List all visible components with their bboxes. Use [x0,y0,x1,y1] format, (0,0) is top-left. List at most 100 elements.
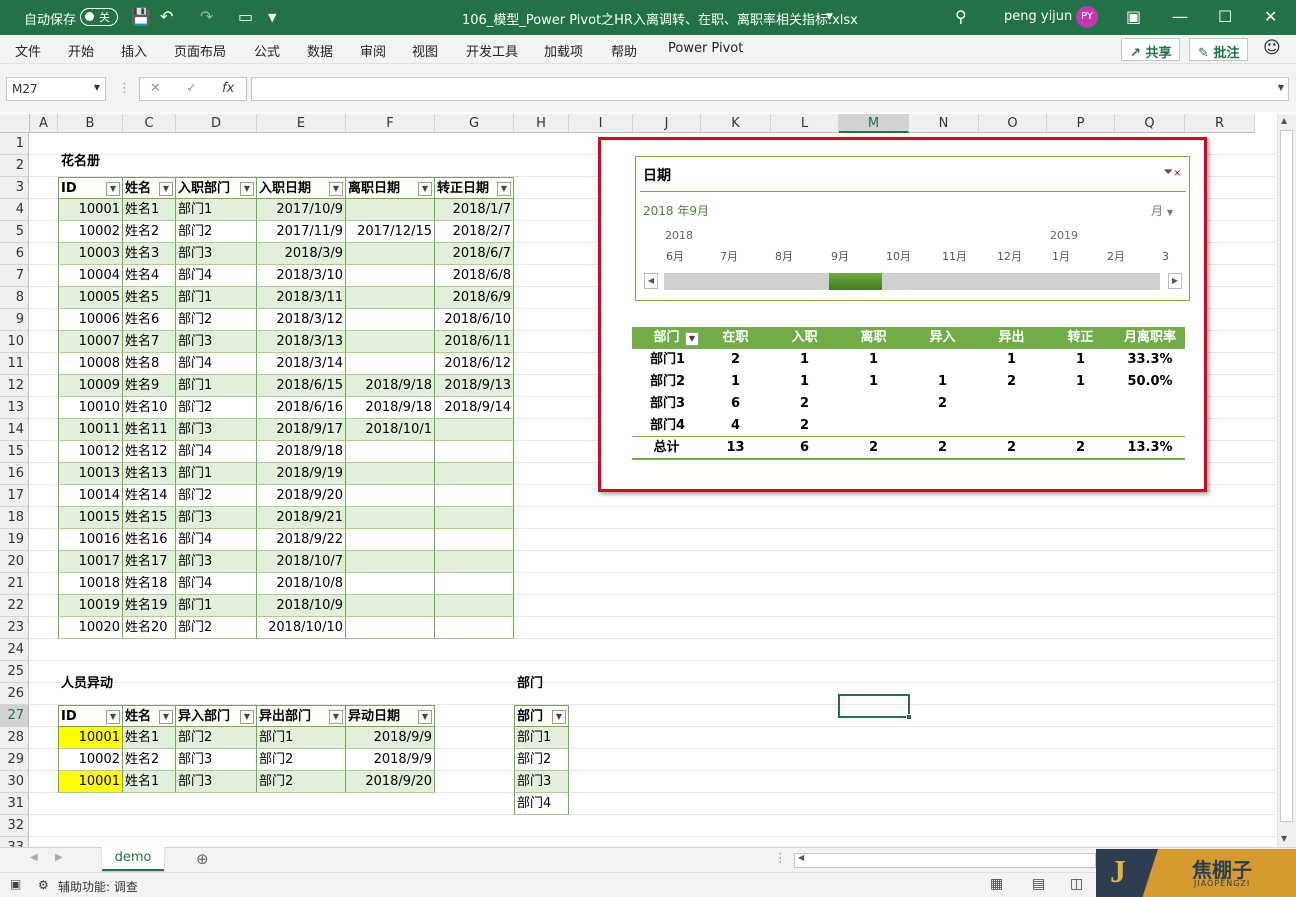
table-cell[interactable]: 2018/9/17 [257,419,346,441]
row-header-6[interactable]: 6 [0,243,29,265]
row-header-2[interactable]: 2 [0,155,29,177]
table-cell[interactable] [435,529,514,551]
table-cell[interactable]: 部门4 [176,441,257,463]
avatar[interactable]: PY [1076,6,1098,28]
table-cell[interactable]: 10006 [58,309,123,331]
table-cell[interactable]: 2018/6/7 [435,243,514,265]
table-cell[interactable]: 部门3 [176,243,257,265]
ribbon-display-icon[interactable]: ▣ [1126,7,1141,26]
row-header-3[interactable]: 3 [0,177,29,199]
table-cell[interactable]: 部门2 [176,617,257,639]
row-header-1[interactable]: 1 [0,133,29,155]
tab-power-pivot[interactable]: Power Pivot [668,41,743,56]
table-cell[interactable]: 2018/9/13 [435,375,514,397]
cancel-icon[interactable]: ✕ [150,81,161,96]
table-cell[interactable]: 2018/9/9 [346,749,435,771]
row-header-27[interactable]: 27 [0,705,29,727]
pivot-cell[interactable] [839,415,908,437]
table-cell[interactable]: 2018/9/9 [346,727,435,749]
table-cell[interactable]: 2018/6/10 [435,309,514,331]
table-cell[interactable]: 姓名18 [123,573,176,595]
table-cell[interactable]: 姓名7 [123,331,176,353]
column-header-a[interactable]: A [30,114,58,133]
table-cell[interactable]: 姓名12 [123,441,176,463]
pivot-cell[interactable]: 2 [977,371,1046,393]
name-box-dropdown-icon[interactable]: ▼ [94,83,100,92]
pivot-cell[interactable]: 1 [839,349,908,371]
table-cell[interactable] [346,595,435,617]
table-cell[interactable]: 姓名9 [123,375,176,397]
tab-addins[interactable]: 加载项 [544,41,583,60]
table-cell[interactable]: 2018/6/12 [435,353,514,375]
row-header-13[interactable]: 13 [0,397,29,419]
tab-help[interactable]: 帮助 [611,41,637,60]
table-cell[interactable]: 2018/3/13 [257,331,346,353]
column-header-m[interactable]: M [839,114,909,133]
filter-dropdown-icon[interactable]: ▼ [418,182,432,196]
pivot-cell[interactable]: 2 [770,415,839,437]
table-cell[interactable] [346,309,435,331]
table-cell[interactable]: 部门2 [176,309,257,331]
table-cell[interactable] [346,617,435,639]
pivot-total-cell[interactable]: 13.3% [1115,437,1185,459]
table-cell[interactable] [346,485,435,507]
pivot-cell[interactable] [1115,415,1185,437]
column-header-g[interactable]: G [435,114,514,133]
table-cell[interactable] [346,331,435,353]
filter-dropdown-icon[interactable]: ▼ [685,332,699,346]
table-cell[interactable] [435,595,514,617]
pivot-cell[interactable]: 1 [1046,349,1115,371]
macro-record-icon[interactable]: ▣ [10,877,21,891]
pivot-cell[interactable]: 50.0% [1115,371,1185,393]
table-cell[interactable]: 2018/6/15 [257,375,346,397]
tab-split-grip-icon[interactable]: ⋮ [774,851,787,866]
table-cell[interactable]: 2018/9/20 [346,771,435,793]
table-cell[interactable]: 2018/6/11 [435,331,514,353]
column-header-r[interactable]: R [1185,114,1255,133]
table-cell[interactable]: 姓名20 [123,617,176,639]
table-cell[interactable]: 姓名13 [123,463,176,485]
filter-dropdown-icon[interactable]: ▼ [106,182,120,196]
table-cell[interactable]: 10002 [58,221,123,243]
row-header-32[interactable]: 32 [0,815,29,837]
table-cell[interactable] [346,573,435,595]
row-header-14[interactable]: 14 [0,419,29,441]
table-cell[interactable]: 10015 [58,507,123,529]
row-header-24[interactable]: 24 [0,639,29,661]
row-header-4[interactable]: 4 [0,199,29,221]
tab-review[interactable]: 审阅 [360,41,386,60]
filter-dropdown-icon[interactable]: ▼ [240,182,254,196]
comments-button[interactable]: ✎ 批注 [1189,38,1249,61]
pivot-cell[interactable]: 1 [908,371,977,393]
table-cell[interactable]: 10004 [58,265,123,287]
table-cell[interactable]: 10012 [58,441,123,463]
table-cell[interactable]: 10001 [58,771,123,793]
column-header-c[interactable]: C [123,114,176,133]
table-cell[interactable] [435,419,514,441]
row-header-15[interactable]: 15 [0,441,29,463]
table-cell[interactable]: 2018/9/19 [257,463,346,485]
table-cell[interactable]: 2018/6/8 [435,265,514,287]
table-cell[interactable]: 部门4 [176,353,257,375]
pivot-total-cell[interactable]: 总计 [632,437,701,459]
filter-dropdown-icon[interactable]: ▼ [329,182,343,196]
maximize-icon[interactable]: ☐ [1218,7,1232,26]
tab-home[interactable]: 开始 [68,41,94,60]
table-cell[interactable]: 姓名11 [123,419,176,441]
table-cell[interactable]: 部门4 [176,265,257,287]
month-bar[interactable] [773,273,827,290]
month-bar[interactable] [1050,273,1103,290]
pivot-cell[interactable] [1046,393,1115,415]
row-header-30[interactable]: 30 [0,771,29,793]
table-cell[interactable]: 2018/3/14 [257,353,346,375]
row-header-25[interactable]: 25 [0,661,29,683]
column-header-b[interactable]: B [58,114,123,133]
column-header-n[interactable]: N [909,114,979,133]
table-cell[interactable]: 10010 [58,397,123,419]
column-header-q[interactable]: Q [1115,114,1185,133]
table-cell[interactable]: 部门2 [176,397,257,419]
table-cell[interactable] [435,617,514,639]
table-cell[interactable]: 部门2 [176,727,257,749]
row-header-23[interactable]: 23 [0,617,29,639]
scroll-up-icon[interactable]: ▲ [1281,116,1287,125]
